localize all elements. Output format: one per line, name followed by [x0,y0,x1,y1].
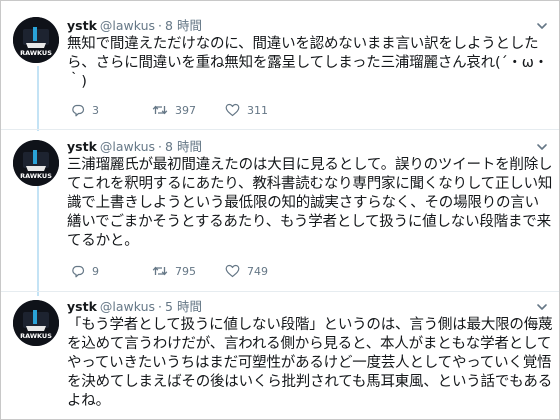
user-handle[interactable]: @lawkus [100,139,155,154]
tweet-header: ystk @lawkus · 5 時間 [67,299,202,314]
separator-dot: · [158,299,163,314]
svg-text:RAWKUS: RAWKUS [20,172,52,180]
reply-icon [72,104,85,117]
divider [1,129,559,130]
avatar[interactable]: RAWKUS [13,17,59,63]
timestamp[interactable]: 8 時間 [165,139,202,154]
thread-line [37,186,39,296]
timeline: RAWKUS ystk @lawkus · 8 時間 無知で間違えただけなのに、間違い… [0,0,560,420]
separator-dot: · [158,18,163,33]
rawkus-logo-icon: RAWKUS [13,140,59,186]
reply-count: 9 [92,264,99,278]
timestamp[interactable]: 8 時間 [165,18,202,33]
reply-icon [72,265,85,278]
divider [1,291,559,292]
retweet-button[interactable]: 397 [152,102,196,118]
like-button[interactable]: 749 [225,263,268,279]
like-button[interactable]: 311 [225,102,268,118]
retweet-count: 397 [175,103,196,117]
reply-button[interactable]: 9 [71,263,99,279]
display-name[interactable]: ystk [67,18,97,33]
display-name[interactable]: ystk [67,299,97,314]
tweet-text: 「もう学者として扱うに値しない段階」というのは、言う側は最大限の侮蔑を込めて言う… [67,317,553,409]
retweet-icon [152,105,168,115]
like-icon [225,264,240,278]
chevron-down-icon[interactable] [535,19,549,33]
tweet-text: 三浦瑠麗氏が最初間違えたのは大目に見るとして。誤りのツイートを削除してこれを釈明… [67,157,553,249]
svg-text:RAWKUS: RAWKUS [20,332,52,340]
rawkus-logo-icon: RAWKUS [13,300,59,346]
user-handle[interactable]: @lawkus [100,18,155,33]
like-count: 749 [247,264,268,278]
tweet-header: ystk @lawkus · 8 時間 [67,139,202,154]
chevron-down-icon[interactable] [535,300,549,314]
rawkus-logo-icon: RAWKUS [13,17,59,63]
like-count: 311 [247,103,268,117]
reply-count: 3 [92,103,99,117]
tweet-header: ystk @lawkus · 8 時間 [67,18,202,33]
thread-line [37,66,39,131]
avatar[interactable]: RAWKUS [13,140,59,186]
separator-dot: · [158,139,163,154]
chevron-down-icon[interactable] [535,140,549,154]
svg-text:RAWKUS: RAWKUS [20,49,52,57]
reply-button[interactable]: 3 [71,102,99,118]
timestamp[interactable]: 5 時間 [165,299,202,314]
display-name[interactable]: ystk [67,139,97,154]
tweet-text: 無知で間違えただけなのに、間違いを認めないまま言い訳をしようとしたら、さらに間違… [67,36,549,90]
retweet-button[interactable]: 795 [152,263,196,279]
like-icon [225,103,240,117]
user-handle[interactable]: @lawkus [100,299,155,314]
avatar[interactable]: RAWKUS [13,300,59,346]
retweet-count: 795 [175,264,196,278]
retweet-icon [152,266,168,276]
